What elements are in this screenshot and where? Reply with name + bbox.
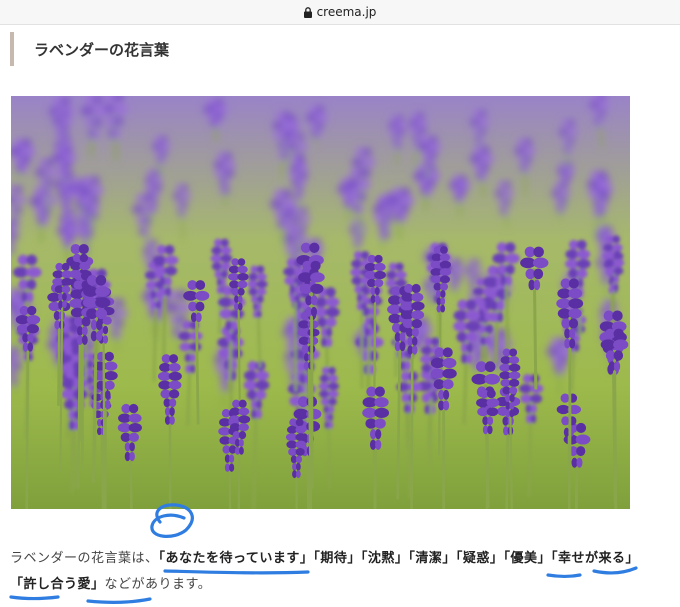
- intro-text: ラベンダーの花言葉は、: [10, 551, 159, 566]
- outro-text: などがあります。: [104, 577, 212, 592]
- meaning-grace: 「優美」: [503, 551, 551, 566]
- meaning-forgiving-love: 「許し合う愛」: [10, 577, 105, 592]
- lavender-photo: [11, 96, 630, 509]
- meaning-expectation: 「期待」: [313, 551, 361, 566]
- annotation-underline-5: [86, 597, 152, 604]
- heading-text: ラベンダーの花言葉: [34, 40, 170, 59]
- annotation-circle: [150, 503, 194, 538]
- meaning-happiness: 「幸せが来る」: [550, 551, 639, 566]
- meaning-cleanliness: 「清潔」: [408, 551, 456, 566]
- meaning-wait: 「あなたを待っています」: [158, 551, 314, 566]
- section-heading: ラベンダーの花言葉: [10, 32, 630, 66]
- description-paragraph: ラベンダーの花言葉は、「あなたを待っています」「期待」「沈黙」「清潔」「疑惑」「…: [10, 546, 650, 598]
- meaning-doubt: 「疑惑」: [455, 551, 504, 566]
- url-text: creema.jp: [316, 5, 377, 19]
- lavender-field-image: [11, 96, 630, 509]
- browser-url-bar[interactable]: creema.jp: [0, 0, 680, 25]
- lock-icon: [303, 6, 312, 18]
- meaning-silence: 「沈黙」: [360, 551, 409, 566]
